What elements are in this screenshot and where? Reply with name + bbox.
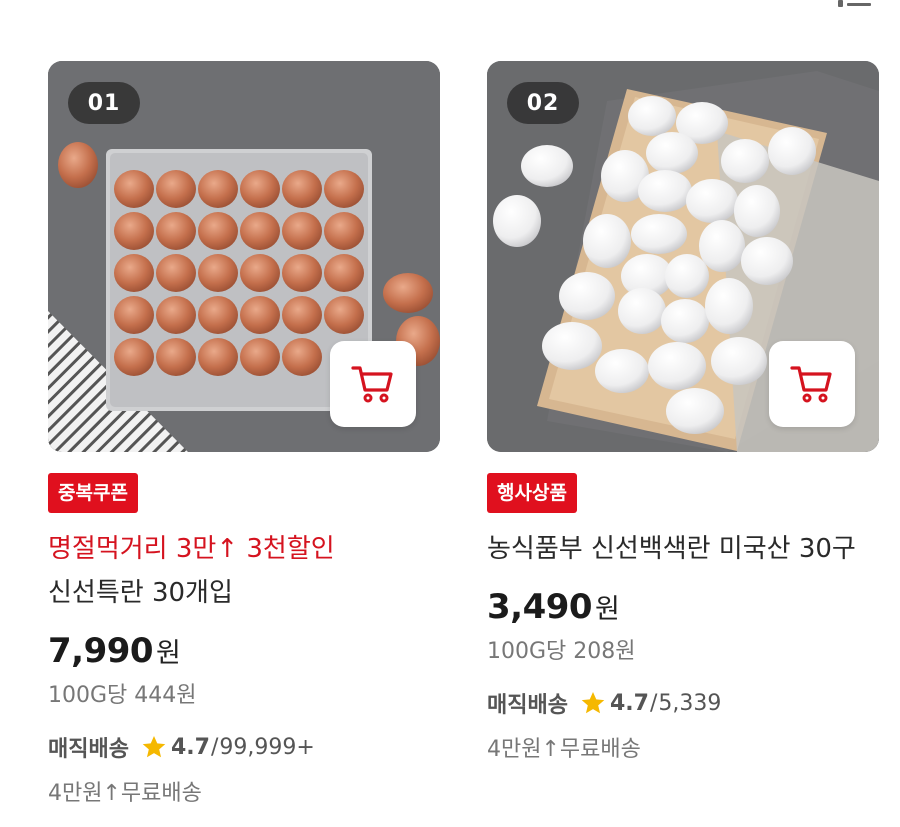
shipping-info: 4만원↑무료배송: [48, 781, 202, 806]
product-image[interactable]: 01: [48, 61, 440, 452]
rating-separator: /: [210, 734, 219, 760]
price: 7,990 원: [48, 631, 440, 671]
cart-icon: [790, 366, 832, 403]
event-badge: 행사상품: [487, 473, 577, 513]
review-count: 5,339: [658, 690, 722, 716]
delivery-label: 매직배송: [48, 737, 129, 762]
star-icon: [581, 691, 605, 714]
add-to-cart-button[interactable]: [330, 341, 416, 427]
unit-price: 100G당 208원: [487, 639, 636, 664]
price-currency: 원: [156, 638, 181, 669]
star-icon: [142, 735, 166, 758]
product-name: 농식품부 신선백색란 미국산 30구: [487, 534, 856, 564]
price-value: 7,990: [48, 631, 154, 671]
product-card[interactable]: 01 중복쿠폰 명절먹거리 3만↑ 3천할인 신선특란 30개입 7,990 원…: [48, 61, 440, 807]
delivery-rating: 매직배송 4.7 / 99,999+: [48, 731, 440, 763]
price: 3,490 원: [487, 587, 879, 627]
price-currency: 원: [595, 594, 620, 625]
cart-icon: [351, 366, 393, 403]
price-value: 3,490: [487, 587, 593, 627]
unit-price: 100G당 444원: [48, 683, 197, 708]
rating-value: 4.7: [170, 734, 210, 760]
coupon-badge: 중복쿠폰: [48, 473, 138, 513]
add-to-cart-button[interactable]: [769, 341, 855, 427]
delivery-rating: 매직배송 4.7 / 5,339: [487, 687, 879, 719]
product-title[interactable]: 명절먹거리 3만↑ 3천할인 신선특란 30개입: [48, 527, 440, 615]
rank-badge: 01: [68, 82, 140, 124]
list-icon[interactable]: [838, 0, 874, 10]
rating-value: 4.7: [609, 690, 649, 716]
product-name: 신선특란 30개입: [48, 578, 233, 608]
product-card[interactable]: 02 행사상품 농식품부 신선백색란 미국산 30구 3,490 원 100G당…: [487, 61, 879, 763]
shipping-info: 4만원↑무료배송: [487, 737, 641, 762]
review-count: 99,999+: [219, 734, 315, 760]
rating-separator: /: [649, 690, 658, 716]
product-image[interactable]: 02: [487, 61, 879, 452]
product-title[interactable]: 농식품부 신선백색란 미국산 30구: [487, 527, 879, 571]
promo-text: 명절먹거리 3만↑ 3천할인: [48, 534, 335, 564]
rank-badge: 02: [507, 82, 579, 124]
delivery-label: 매직배송: [487, 693, 568, 718]
